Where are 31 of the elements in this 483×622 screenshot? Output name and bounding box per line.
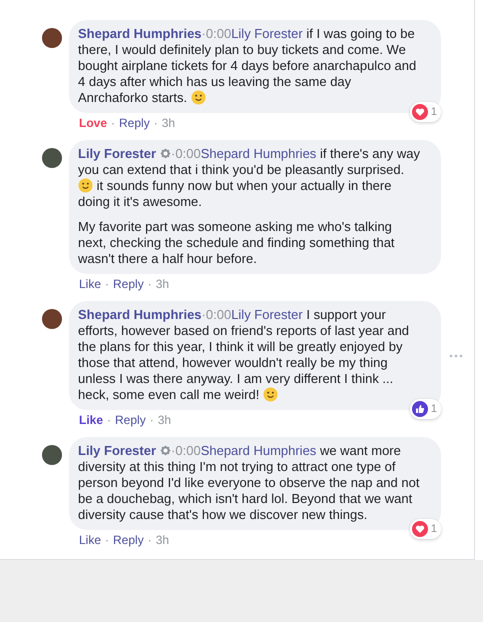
comment-time: 3h [162,116,176,130]
comment-text: My favorite part was someone asking me who's talking next, checking the schedule and finding something that wasn't there a half hour before. [78,219,396,267]
comment-text: Lily Forester ·0:00Shepard Humphries if there's any way you can extend that i think you'd be pleasantly surprised. it sounds funny now but when your actually in there doing it it's awesome. [78,146,421,210]
avatar[interactable] [42,309,62,329]
reply-link[interactable]: Reply [113,533,144,547]
react-link[interactable]: Like [79,413,104,427]
avatar[interactable] [42,445,62,465]
comment-time: 3h [156,533,170,547]
separator-dot: · [105,533,110,547]
separator-dot: · [150,413,154,427]
smiley-icon [190,90,206,105]
react-link[interactable]: Like [79,277,102,291]
avatar[interactable] [42,148,62,168]
comment-time: 3h [158,413,172,427]
separator-dot: · [154,116,158,130]
thumbs-up-icon [412,401,428,417]
smiley-icon [262,387,278,402]
separator-dot: · [105,277,110,291]
separator-dot: · [107,413,112,427]
separator-dot: · [111,116,116,130]
comment-time: 3h [156,277,170,291]
react-link[interactable]: Love [79,116,108,130]
comment-text: Shepard Humphries·0:00Lily Forester I support your efforts, however based on friend's reports of last year and the plans for this year, I think it will be greatly enjoyed by those that attend, however wouldn't really be my thing unless I was there anyway. I am very different I think ... heck, some even call me weird! [78,307,410,403]
separator-dot: · [148,533,152,547]
reply-link[interactable]: Reply [113,277,144,291]
reply-link[interactable]: Reply [115,413,146,427]
separator-dot: · [148,277,152,291]
reply-link[interactable]: Reply [119,116,150,130]
smiley-icon [78,178,93,193]
react-link[interactable]: Like [79,533,102,547]
avatar[interactable] [42,28,62,48]
